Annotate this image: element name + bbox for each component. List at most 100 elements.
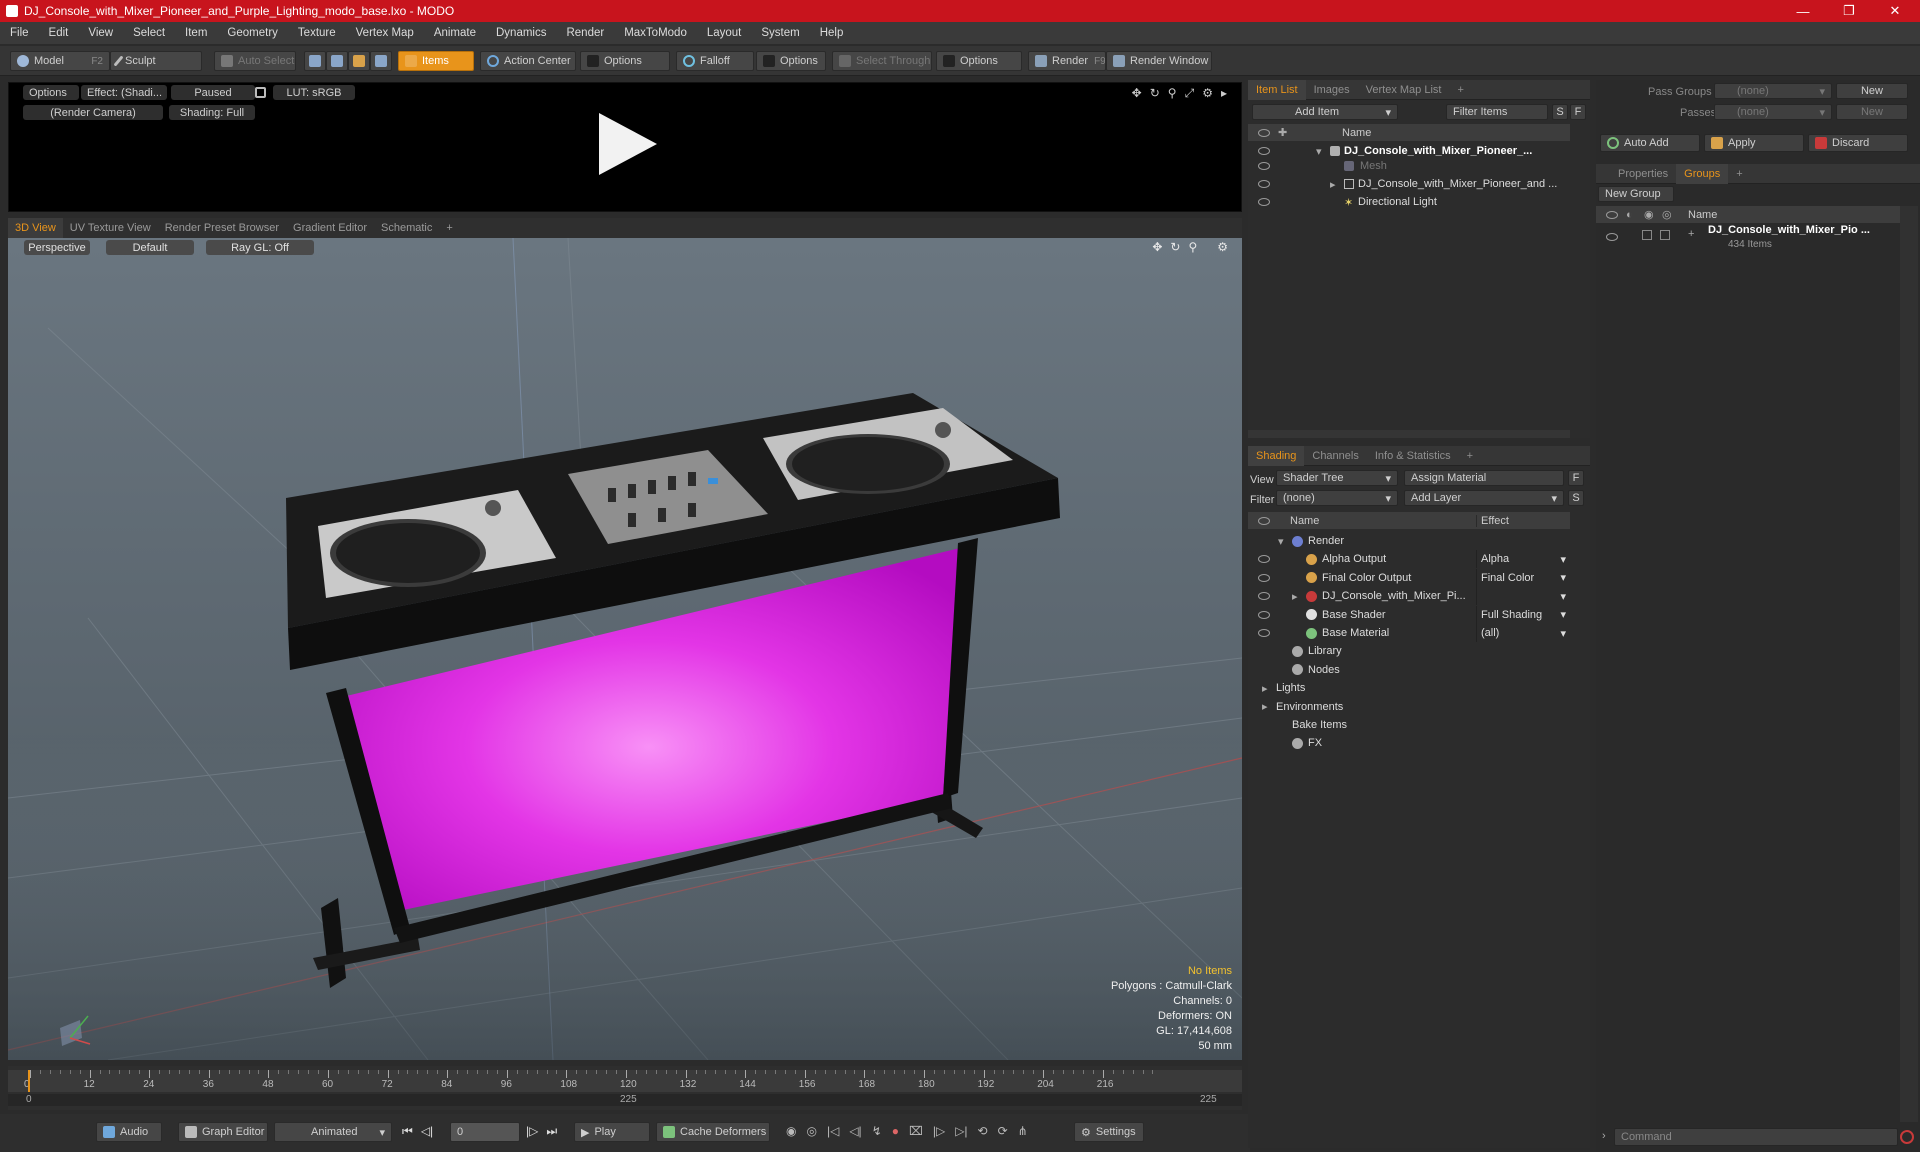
auto-key-icon[interactable]: ↯ — [872, 1124, 882, 1138]
tab-properties[interactable]: Properties — [1610, 164, 1676, 184]
visibility-eye-icon[interactable] — [1258, 162, 1270, 170]
go-to-start-icon[interactable]: ⏮ — [402, 1124, 413, 1139]
visibility-eye-icon[interactable] — [1258, 592, 1270, 601]
tab-groups[interactable]: Groups — [1676, 163, 1729, 184]
menu-system[interactable]: System — [751, 27, 809, 39]
key-icon[interactable]: ◉ — [786, 1124, 796, 1138]
vertical-scrollbar[interactable] — [1900, 206, 1918, 1122]
command-input[interactable]: Command — [1614, 1128, 1898, 1146]
menu-render[interactable]: Render — [556, 27, 614, 39]
prev-key-icon[interactable]: ◁| — [421, 1124, 433, 1139]
menu-item[interactable]: Item — [175, 27, 217, 39]
play-preview-icon[interactable] — [591, 109, 661, 179]
visibility-eye-icon[interactable] — [1258, 573, 1270, 582]
tab-render-preset-browser[interactable]: Render Preset Browser — [158, 218, 286, 238]
shader-tree-dropdown[interactable]: Shader Tree ▾ — [1276, 470, 1398, 486]
tab-3d-view[interactable]: 3D View — [8, 218, 63, 238]
next-key-icon[interactable]: |▷ — [526, 1124, 538, 1139]
select-polygons-button[interactable] — [348, 51, 370, 71]
close-button[interactable]: ✕ — [1872, 0, 1918, 22]
tab-vertex-map-list[interactable]: Vertex Map List — [1358, 80, 1450, 100]
go-to-end-icon[interactable]: ⏭ — [546, 1124, 557, 1139]
expand-plus-icon[interactable]: + — [1688, 228, 1694, 240]
preview-options-button[interactable]: Options — [23, 85, 79, 100]
zoom-icon[interactable]: ⚲ — [1168, 86, 1177, 101]
shader-tree-row[interactable]: ▸ DJ_Console_with_Mixer_Pi... ▾ — [1248, 587, 1570, 606]
apply-button[interactable]: Apply — [1704, 134, 1804, 152]
menu-layout[interactable]: Layout — [697, 27, 752, 39]
viewport-style-dropdown[interactable]: Default — [106, 240, 194, 255]
visibility-eye-icon[interactable] — [1258, 629, 1270, 637]
sculpt-mode-button[interactable]: Sculpt — [110, 51, 202, 71]
tab-info-statistics[interactable]: Info & Statistics — [1367, 446, 1459, 466]
add-item-dropdown[interactable]: Add Item ▾ — [1252, 104, 1398, 120]
model-mode-button[interactable]: Model F2 — [10, 51, 110, 71]
minimize-button[interactable]: — — [1780, 0, 1826, 22]
graph-editor-button[interactable]: Graph Editor — [178, 1122, 268, 1142]
new-pass-group-button[interactable]: New — [1836, 83, 1908, 99]
fit-icon[interactable]: ⤢ — [1185, 86, 1195, 101]
bounce-icon[interactable]: ⟳ — [998, 1124, 1008, 1138]
add-tab-button[interactable]: + — [1728, 164, 1750, 184]
select-through-options-button[interactable]: Options — [936, 51, 1022, 71]
cache-deformers-button[interactable]: Cache Deformers — [656, 1122, 770, 1142]
list-item[interactable]: Mesh — [1248, 157, 1570, 175]
effect-dropdown[interactable]: (all) ▾ — [1476, 624, 1570, 642]
filter-dropdown[interactable]: (none) ▾ — [1276, 490, 1398, 506]
preview-effect-dropdown[interactable]: Effect: (Shadi... — [81, 85, 167, 100]
add-tab-button[interactable]: + — [1449, 80, 1471, 100]
preview-paused-button[interactable]: Paused — [171, 85, 255, 100]
visibility-eye-icon[interactable] — [1258, 555, 1270, 564]
menu-geometry[interactable]: Geometry — [217, 27, 288, 39]
items-mode-button[interactable]: Items — [398, 51, 474, 71]
timeline[interactable]: 0 12 24 36 48 60 72 84 96 108 120 132 144 156 168 180 19… — [8, 1066, 1242, 1110]
menu-help[interactable]: Help — [810, 27, 854, 39]
audio-button[interactable]: Audio — [96, 1122, 162, 1142]
rotate-icon[interactable]: ↻ — [1150, 86, 1160, 101]
render-camera-dropdown[interactable]: (Render Camera) — [23, 105, 163, 120]
tab-gradient-editor[interactable]: Gradient Editor — [286, 218, 374, 238]
shader-tree-row[interactable]: Alpha Output Alpha ▾ — [1248, 550, 1570, 569]
select-edges-button[interactable] — [326, 51, 348, 71]
search-f-button[interactable]: F — [1570, 104, 1586, 120]
tab-schematic[interactable]: Schematic — [374, 218, 439, 238]
lock-icon[interactable] — [255, 87, 266, 98]
settings-gear-icon[interactable]: ⚙ — [1202, 86, 1213, 101]
settings-gear-icon[interactable]: ⚙ — [1217, 240, 1228, 254]
shader-tree-row[interactable]: Bake Items — [1248, 716, 1570, 734]
tab-shading[interactable]: Shading — [1248, 445, 1305, 466]
loop-icon[interactable]: ⟲ — [978, 1124, 988, 1138]
visibility-eye-icon[interactable] — [1258, 198, 1270, 206]
auto-select-button[interactable]: Auto Select — [214, 51, 296, 71]
tab-uv-texture-view[interactable]: UV Texture View — [63, 218, 158, 238]
visibility-eye-icon[interactable] — [1258, 147, 1270, 155]
pass-groups-dropdown[interactable]: (none) ▾ — [1714, 83, 1832, 99]
pan-icon[interactable]: ✥ — [1152, 240, 1162, 254]
shader-tree-row[interactable]: Final Color Output Final Color ▾ — [1248, 568, 1570, 587]
record-icon[interactable]: ● — [892, 1124, 899, 1138]
group-row[interactable]: + DJ_Console_with_Mixer_Pio ... 434 Item… — [1596, 224, 1900, 254]
snap-icon[interactable]: ⋔ — [1018, 1124, 1028, 1138]
render-button[interactable]: Render F9 — [1028, 51, 1106, 71]
stop-icon[interactable] — [1900, 1130, 1914, 1144]
shader-tree-row[interactable]: Nodes — [1248, 661, 1570, 679]
shader-tree-row[interactable]: Base Material (all) ▾ — [1248, 624, 1570, 642]
expand-arrow-icon[interactable]: ▾ — [1278, 535, 1284, 548]
expand-arrow-icon[interactable]: ▸ — [1262, 682, 1268, 695]
action-center-button[interactable]: Action Center — [480, 51, 576, 71]
add-layer-dropdown[interactable]: Add Layer ▾ — [1404, 490, 1564, 506]
tab-images[interactable]: Images — [1306, 80, 1358, 100]
visibility-eye-icon[interactable] — [1606, 233, 1618, 241]
assign-material-button[interactable]: Assign Material — [1404, 470, 1564, 486]
menu-edit[interactable]: Edit — [39, 27, 79, 39]
render-window-button[interactable]: Render Window — [1106, 51, 1212, 71]
play-button[interactable]: ▶ Play — [574, 1122, 650, 1142]
settings-button[interactable]: ⚙ Settings — [1074, 1122, 1144, 1142]
list-item[interactable]: ✶ Directional Light — [1248, 193, 1570, 211]
expand-arrow-icon[interactable]: ▾ — [1316, 145, 1322, 158]
falloff-options-button[interactable]: Options — [756, 51, 826, 71]
menu-maxtomodo[interactable]: MaxToModo — [614, 27, 697, 39]
effect-dropdown[interactable]: ▾ — [1476, 587, 1570, 606]
action-center-options-button[interactable]: Options — [580, 51, 670, 71]
current-frame-input[interactable]: 0 — [450, 1122, 520, 1142]
